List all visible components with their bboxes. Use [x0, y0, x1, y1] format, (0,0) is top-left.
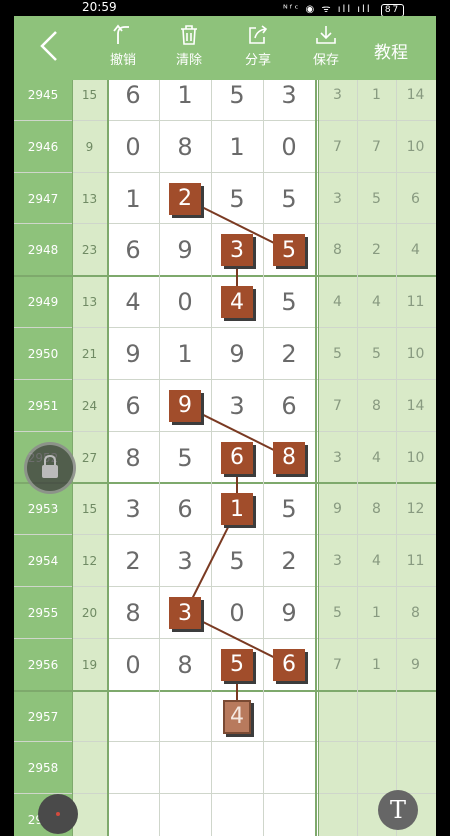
back-arrow-icon[interactable] [36, 30, 68, 62]
status-signal-icons: ᴺᶠᶜ ◉ ᯤ ıll ıll [283, 4, 372, 15]
digit-marker[interactable]: 8 [273, 441, 305, 474]
share-label: 分享 [244, 53, 271, 68]
digit-marker[interactable]: 5 [273, 234, 305, 267]
tutorial-button[interactable]: 教程 [374, 38, 408, 63]
clear-button[interactable]: 清除 [164, 24, 214, 68]
digit-marker[interactable]: 3 [221, 234, 253, 267]
record-button[interactable] [38, 794, 78, 834]
lock-icon [42, 454, 58, 478]
status-bar: 20:59 ᴺᶠᶜ ◉ ᯤ ıll ıll 87 [0, 0, 450, 17]
digit-marker[interactable]: 5 [221, 648, 253, 681]
undo-button[interactable]: 撤销 [98, 24, 148, 68]
share-icon [249, 25, 268, 44]
text-tool-button[interactable]: T [378, 790, 418, 830]
trash-icon [181, 25, 197, 45]
download-icon [316, 26, 336, 44]
digit-marker[interactable]: 3 [169, 597, 201, 629]
digit-marker[interactable]: 2 [169, 182, 201, 215]
digit-marker[interactable]: 6 [273, 648, 305, 681]
save-button[interactable]: 保存 [301, 24, 351, 68]
lock-button[interactable] [24, 442, 76, 494]
digit-marker[interactable]: 6 [221, 441, 253, 474]
digit-marker[interactable]: 1 [221, 493, 253, 526]
undo-icon [113, 24, 129, 44]
status-icons: ᴺᶠᶜ ◉ ᯤ ıll ıll 87 [283, 1, 405, 17]
digit-marker[interactable]: 9 [169, 389, 201, 422]
share-button[interactable]: 分享 [233, 24, 283, 68]
toolbar: 撤销 清除 分享 保存 教程 [14, 16, 436, 80]
digit-marker[interactable]: 4 [221, 286, 253, 319]
save-label: 保存 [312, 53, 339, 68]
number-grid[interactable]: 2945156153311429469081077102947131255356… [14, 80, 436, 836]
status-time: 20:59 [82, 0, 117, 14]
pending-digit-marker[interactable]: 4 [223, 699, 251, 734]
clear-label: 清除 [175, 53, 202, 68]
undo-label: 撤销 [109, 53, 136, 68]
